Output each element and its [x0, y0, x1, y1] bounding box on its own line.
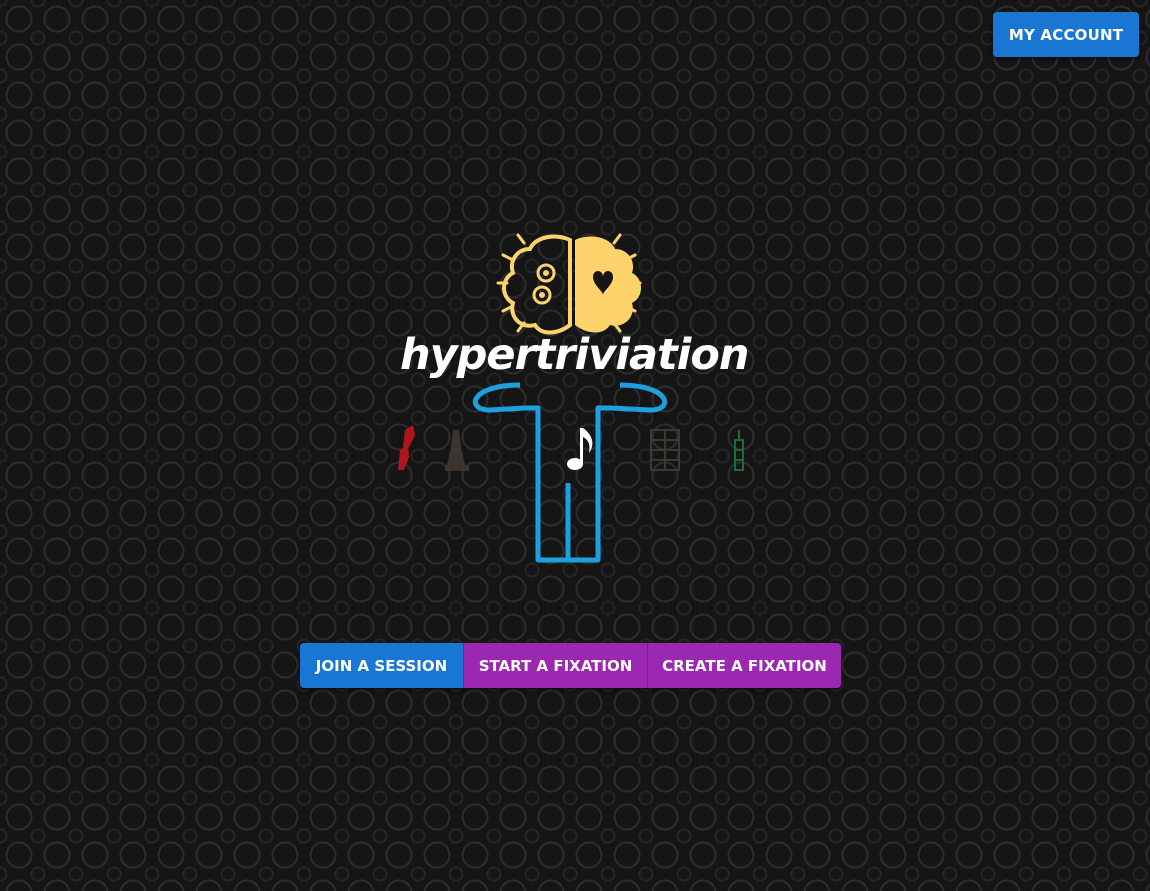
- hypertriviation-logo: [398, 233, 744, 563]
- start-fixation-button[interactable]: START A FIXATION: [463, 643, 647, 688]
- music-note-icon: [567, 428, 593, 470]
- brain-icon: [496, 233, 642, 335]
- create-fixation-button[interactable]: CREATE A FIXATION: [647, 643, 841, 688]
- join-session-button[interactable]: JOIN A SESSION: [300, 643, 463, 688]
- chess-piece-icon: [445, 430, 469, 471]
- crossword-icon: [650, 429, 680, 471]
- dance-shoes-icon: [398, 425, 415, 470]
- logo-title: hypertriviation: [400, 330, 750, 380]
- home-page: MY ACCOUNT hypertriviation JOIN A SESSIO…: [0, 0, 1150, 891]
- figure-outline: [472, 382, 668, 563]
- action-button-group: JOIN A SESSION START A FIXATION CREATE A…: [300, 643, 841, 688]
- bamboo-icon: [734, 430, 744, 471]
- my-account-button[interactable]: MY ACCOUNT: [993, 12, 1139, 57]
